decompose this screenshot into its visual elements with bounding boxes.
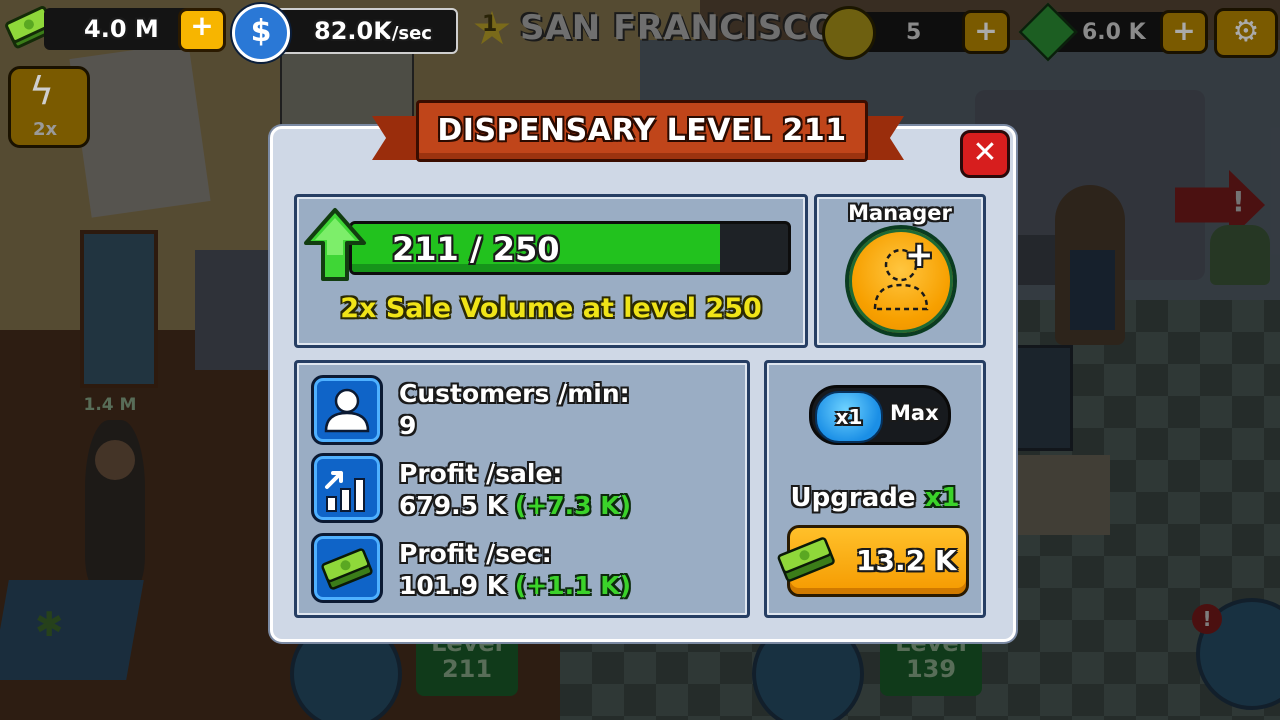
milestone-text: 2x Sale Volume at level 250 [340, 293, 762, 324]
title-ribbon: DISPENSARY LEVEL 211 [372, 100, 904, 162]
level-progress-bar: 211 / 250 [349, 221, 791, 275]
stat-row-profit-sale: 679.5 K (+7.3 K) [399, 491, 631, 521]
upgrade-cost: 13.2 K [856, 544, 957, 577]
gems-amount: 6.0 K [1082, 20, 1146, 45]
manager-label: Manager [848, 201, 952, 225]
hire-manager-button[interactable]: + [845, 225, 957, 337]
city-rank: 1 [482, 12, 498, 37]
customer-icon [311, 375, 383, 445]
add-cash-button[interactable]: + [178, 8, 226, 52]
add-manager-plus-icon: + [905, 235, 934, 275]
multiplier-x1-option[interactable]: x1 [815, 391, 883, 443]
multiplier-x1-label: x1 [835, 405, 863, 429]
level-up-arrow-icon [303, 207, 366, 281]
add-gems-button[interactable]: + [1160, 10, 1208, 54]
manager-panel[interactable]: Manager + [814, 194, 986, 348]
multiplier-toggle[interactable]: x1 Max [809, 385, 951, 445]
income-amount: 82.0K/sec [314, 17, 432, 45]
stat-value-profit-sec: 101.9 K [399, 571, 507, 600]
upgrade-panel: x1 Max Upgrade x1 13.2 K [764, 360, 986, 618]
close-button[interactable]: ✕ [960, 130, 1010, 178]
stat-label-profit-sec: Profit /sec: [399, 539, 552, 568]
stat-label-profit-sale: Profit /sale: [399, 459, 563, 488]
upgrade-heading: Upgrade x1 [767, 483, 983, 513]
income-unit: /sec [391, 23, 432, 44]
dollar-coin-icon: $ [232, 4, 290, 62]
add-coins-button[interactable]: + [962, 10, 1010, 54]
cash-stack-icon [311, 533, 383, 603]
coins-amount: 5 [906, 20, 922, 45]
boost-button[interactable]: ϟ 2x [8, 66, 90, 148]
progress-panel: 211 / 250 2x Sale Volume at level 250 [294, 194, 808, 348]
stat-row-profit-sec: 101.9 K (+1.1 K) [399, 571, 631, 601]
upgrade-label: Upgrade [790, 483, 916, 513]
boost-label: 2x [33, 119, 58, 140]
stat-delta-profit-sec: (+1.1 K) [514, 571, 632, 600]
settings-gear-icon[interactable]: ⚙ [1214, 8, 1278, 58]
stats-panel: Customers /min: 9 Profit /sale: 679.5 K … [294, 360, 750, 618]
income-value: 82.0K [314, 17, 392, 45]
stat-value-customers: 9 [399, 411, 417, 440]
upgrade-cash-icon [775, 533, 837, 583]
stat-label-customers: Customers /min: [399, 379, 630, 408]
dialog-title: DISPENSARY LEVEL 211 [416, 100, 868, 162]
multiplier-max-option[interactable]: Max [890, 401, 939, 425]
stat-value-profit-sale: 679.5 K [399, 491, 507, 520]
weed-coin-icon [822, 6, 876, 60]
stat-delta-profit-sale: (+7.3 K) [514, 491, 632, 520]
top-hud: 4.0 M + 82.0K/sec $ ★ 1 SAN FRANCISCO 5 … [0, 0, 1280, 62]
cash-amount: 4.0 M [84, 15, 159, 43]
upgrade-multiplier: x1 [924, 483, 960, 513]
level-progress-text: 211 / 250 [392, 230, 560, 268]
lightning-icon: ϟ [29, 69, 55, 113]
city-name[interactable]: SAN FRANCISCO [520, 8, 838, 48]
close-icon: ✕ [972, 135, 998, 170]
chart-icon [311, 453, 383, 523]
